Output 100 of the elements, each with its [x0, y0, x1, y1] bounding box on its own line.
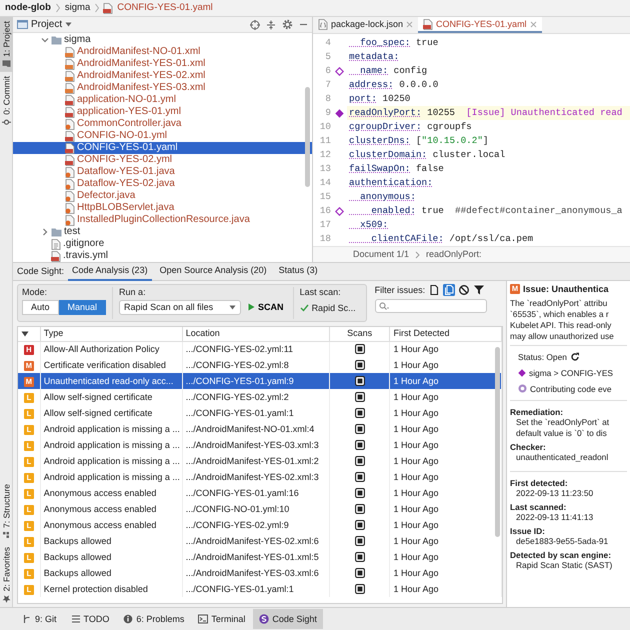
tree-item[interactable]: AndroidManifest-YES-01.xml: [13, 58, 312, 70]
breadcrumb-item[interactable]: node-glob: [4, 2, 52, 14]
breadcrumb-item[interactable]: readOnlyPort:: [426, 249, 482, 260]
tool-window-button[interactable]: Code Sight: [253, 609, 323, 629]
table-cell: .../AndroidManifest-YES-03.xml:6: [182, 565, 330, 581]
tool-window-button[interactable]: TODO: [64, 609, 116, 629]
tree-item[interactable]: test: [13, 226, 312, 238]
table-cell: Backups allowed: [40, 549, 182, 565]
column-header[interactable]: First Detected: [390, 327, 502, 341]
scan-status-icon: [354, 408, 365, 418]
section-heading: Remediation:: [510, 406, 564, 417]
tree-item[interactable]: AndroidManifest-NO-01.xml: [13, 46, 312, 58]
tree-item[interactable]: AndroidManifest-YES-02.xml: [13, 70, 312, 82]
panel-tab[interactable]: Code Analysis (23): [68, 262, 152, 280]
table-cell: 1 Hour Ago: [390, 565, 502, 581]
code-line: foo_spec: true: [359, 36, 440, 50]
ban-icon[interactable]: [458, 284, 470, 296]
file-icon: [65, 118, 75, 130]
scan-status-icon: [354, 568, 365, 578]
tree-item[interactable]: InstalledPluginCollectionResource.java: [13, 214, 312, 226]
section-value: de5e1883-9e55-5ada-91: [515, 536, 610, 548]
table-cell: Backups allowed: [40, 565, 182, 581]
table-cell: .../CONFIG-YES-01.yaml:16: [182, 485, 330, 501]
tool-window-tab[interactable]: 1: Project: [0, 17, 13, 72]
editor-tab[interactable]: CONFIG-YES-01.yaml: [418, 17, 542, 33]
tool-window-tab[interactable]: 2: Favorites: [0, 542, 13, 607]
scan-status-icon: [354, 472, 365, 482]
breadcrumb-item[interactable]: Document 1/1: [353, 249, 410, 260]
tree-item[interactable]: CONFIG-NO-01.yml: [13, 130, 312, 142]
document-icon[interactable]: [428, 284, 440, 296]
tree-item[interactable]: HttpBLOBServlet.java: [13, 202, 312, 214]
tree-item[interactable]: AndroidManifest-YES-03.xml: [13, 82, 312, 94]
mode-toggle[interactable]: Auto: [22, 300, 59, 315]
scan-status-icon: [354, 552, 365, 562]
chevron-right-icon: [41, 228, 49, 236]
breadcrumb-item[interactable]: sigma: [64, 2, 92, 14]
collapse-icon[interactable]: [266, 20, 276, 30]
scan-button[interactable]: SCAN: [245, 300, 287, 314]
contributing-code-link[interactable]: Contributing code eve: [530, 384, 612, 394]
tree-item[interactable]: .travis.yml: [13, 250, 312, 262]
documents-icon[interactable]: [443, 284, 456, 296]
section-heading: Last scanned:: [510, 502, 568, 512]
play-icon: [248, 303, 256, 312]
table-cell: .../CONFIG-YES-01.yaml:9: [182, 373, 330, 389]
list-icon: [70, 614, 81, 624]
editor-tab[interactable]: package-lock.json: [313, 17, 418, 33]
tool-window-button[interactable]: 9: Git: [16, 609, 63, 629]
panel-tab[interactable]: Status (3): [274, 262, 322, 280]
file-icon: [65, 46, 75, 58]
tree-item[interactable]: Dataflow-YES-02.java: [13, 178, 312, 190]
search-field[interactable]: [374, 299, 487, 313]
tree-item[interactable]: CONFIG-YES-02.yml: [13, 154, 312, 166]
refresh-icon[interactable]: [570, 352, 580, 362]
tree-item[interactable]: application-YES-01.yml: [13, 106, 312, 118]
tree-item[interactable]: CONFIG-YES-01.yaml: [13, 142, 312, 154]
table-cell: .../AndroidManifest-YES-02.xml:3: [182, 469, 330, 485]
settings-icon[interactable]: [282, 19, 293, 30]
breadcrumb-item[interactable]: CONFIG-YES-01.yaml: [116, 2, 214, 14]
line-number: 8: [324, 92, 331, 106]
line-number: 4: [324, 36, 331, 50]
line-number: 14: [318, 176, 331, 190]
scan-status-icon: [354, 424, 365, 434]
info-icon: [123, 614, 134, 624]
line-number: 18: [318, 232, 331, 246]
line-number: 7: [324, 78, 331, 92]
scan-type-dropdown[interactable]: Rapid Scan on all files: [119, 300, 242, 315]
tool-window-tab[interactable]: 0: Commit: [0, 72, 13, 131]
code-line: clientCAFile: /opt/ssl/ca.pem: [370, 232, 534, 246]
project-view-selector[interactable]: Project: [17, 18, 72, 30]
column-header[interactable]: Scans: [329, 327, 390, 341]
column-header[interactable]: Location: [182, 327, 330, 341]
table-cell: Android application is missing a ...: [40, 453, 182, 469]
tree-item[interactable]: sigma: [13, 34, 312, 46]
tool-window-button[interactable]: Terminal: [192, 609, 252, 629]
panel-tab[interactable]: Open Source Analysis (20): [156, 262, 271, 280]
section-value: unauthenticated_readonl: [515, 452, 610, 463]
tool-window-button[interactable]: 6: Problems: [117, 609, 190, 629]
tree-item[interactable]: CommonController.java: [13, 118, 312, 130]
sort-caret-icon[interactable]: [21, 330, 29, 337]
tool-window-tab[interactable]: 7: Structure: [0, 480, 13, 543]
mode-toggle[interactable]: Manual: [58, 300, 106, 315]
table-cell: .../CONFIG-YES-01.yaml:1: [182, 405, 330, 421]
tree-item[interactable]: application-NO-01.yml: [13, 94, 312, 106]
scan-status-icon: [354, 344, 365, 354]
filter-icon[interactable]: [473, 284, 486, 296]
terminal-icon: [198, 614, 208, 624]
mode-label: Mode:: [22, 287, 48, 298]
tree-item[interactable]: Defector.java: [13, 190, 312, 202]
tree-item[interactable]: Dataflow-YES-01.java: [13, 166, 312, 178]
tree-item[interactable]: .gitignore: [13, 238, 312, 250]
column-header[interactable]: Type: [40, 327, 182, 341]
last-scan-label: Last scan:: [300, 287, 342, 298]
code-line: port: 10250: [348, 92, 412, 106]
crosshair-icon[interactable]: [250, 20, 260, 30]
issue-location-link[interactable]: sigma > CONFIG-YES: [529, 368, 613, 378]
scan-status-icon: [354, 456, 365, 466]
section-heading: Issue ID:: [510, 526, 546, 536]
run-label: Run a:: [119, 287, 147, 298]
folder-icon: [51, 35, 62, 45]
table-cell: Allow self-signed certificate: [40, 405, 182, 421]
